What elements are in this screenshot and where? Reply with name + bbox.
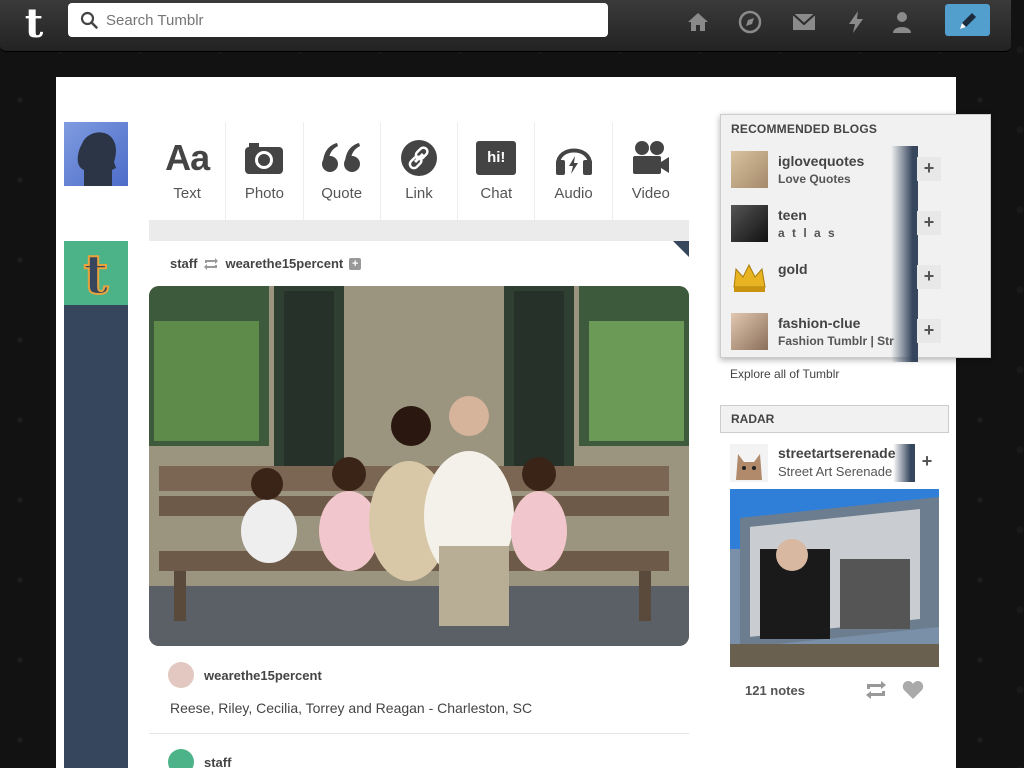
post-corner-fold-icon [673,241,689,257]
post-type-bar: Aa Text Photo Quote Link hi! Chat Audio [149,122,689,220]
recommended-item[interactable]: iglovequotes Love Quotes + [721,146,991,205]
recommended-item[interactable]: fashion-clue Fashion Tumblr | Str + [721,308,991,367]
recommended-item[interactable]: gold + [721,254,991,313]
link-icon [381,138,457,178]
staff-mini-avatar[interactable] [168,749,194,768]
quote-icon [304,138,380,178]
explore-icon[interactable] [737,9,763,35]
silhouette-icon [77,132,116,186]
post-photo[interactable] [149,286,689,646]
blog-avatar [731,151,768,188]
pencil-icon [960,13,976,29]
post-author: wearethe15percent [168,662,322,688]
user-avatar[interactable] [64,122,128,186]
compose-button[interactable] [945,4,990,36]
reblogger-link[interactable]: staff [170,256,197,271]
post-header: staff wearethe15percent + [170,256,362,271]
recommended-title: RECOMMENDED BLOGS [731,122,878,136]
follow-button[interactable]: + [917,157,941,181]
next-author-link[interactable]: staff [204,755,231,768]
author-link[interactable]: wearethe15percent [204,668,322,683]
radar-title: RADAR [731,412,775,426]
follow-plus-icon[interactable]: + [349,257,362,270]
source-link[interactable]: wearethe15percent [225,256,343,271]
text-icon: Aa [165,137,210,178]
follow-button[interactable]: + [917,265,941,289]
explore-link[interactable]: Explore all of Tumblr [730,367,839,381]
reblog-icon[interactable] [864,680,888,700]
home-icon[interactable] [685,9,711,35]
post-type-audio[interactable]: Audio [535,122,613,220]
post-type-divider [149,220,689,241]
next-post-author: staff [168,749,231,768]
video-camera-icon [613,138,689,178]
radar-blog-avatar[interactable] [730,444,768,482]
account-icon[interactable] [889,9,915,35]
fade [893,444,915,482]
radar-blog-name[interactable]: streetartserenade [778,445,896,461]
post-type-text[interactable]: Aa Text [149,122,227,220]
recommended-blogs: RECOMMENDED BLOGS iglovequotes Love Quot… [720,114,991,362]
blog-avatar [731,205,768,242]
author-avatar[interactable] [168,662,194,688]
search-input[interactable] [68,3,608,37]
top-bar: t [0,0,1011,52]
tumblr-t-icon: t [83,241,110,307]
search-icon [80,11,98,29]
notes-count[interactable]: 121 notes [745,683,805,698]
recommended-item[interactable]: teen a t l a s + [721,200,991,259]
svg-text:t: t [84,242,109,305]
camera-icon [226,138,302,178]
post-type-link[interactable]: Link [381,122,459,220]
post-caption: Reese, Riley, Cecilia, Torrey and Reagan… [170,700,533,716]
fade [891,308,918,362]
post-divider [149,733,689,734]
radar-header: RADAR [720,405,949,433]
fade [891,200,918,254]
crown-icon [733,263,766,292]
inbox-icon[interactable] [791,9,817,35]
fade [891,146,918,200]
heart-icon[interactable] [902,680,924,700]
post-avatar-column [64,241,128,768]
post-type-video[interactable]: Video [613,122,689,220]
staff-avatar[interactable]: t [64,241,128,307]
radar-photo[interactable] [730,489,939,667]
activity-icon[interactable] [843,9,869,35]
blog-avatar [731,313,768,350]
reblog-icon [204,257,219,270]
headphones-icon [535,138,611,178]
follow-button[interactable]: + [917,211,941,235]
fade [891,254,918,308]
tumblr-logo[interactable]: t [14,4,54,44]
radar-follow-button[interactable]: + [916,451,938,473]
post-type-chat[interactable]: hi! Chat [458,122,536,220]
post-type-photo[interactable]: Photo [226,122,304,220]
chat-icon: hi! [458,138,534,178]
radar-blog-subtitle: Street Art Serenade [778,464,893,479]
follow-button[interactable]: + [917,319,941,343]
post-type-quote[interactable]: Quote [304,122,381,220]
